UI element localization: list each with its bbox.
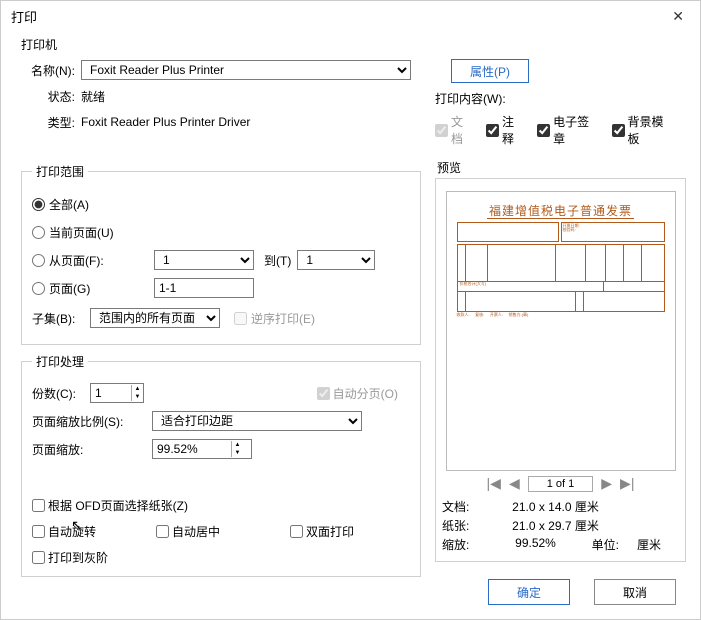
subset-label: 子集(B):: [32, 310, 90, 327]
range-from-radio[interactable]: 从页面(F):: [32, 252, 154, 269]
range-from-input[interactable]: 1: [154, 250, 254, 270]
range-pages-radio[interactable]: 页面(G): [32, 280, 154, 297]
invoice-title: 福建增值税电子普通发票: [457, 202, 665, 219]
subset-select[interactable]: 范围内的所有页面: [90, 308, 220, 328]
range-to-input[interactable]: 1: [297, 250, 375, 270]
duplex-check[interactable]: 双面打印: [290, 523, 354, 540]
footer-buttons: 确定 取消: [488, 579, 676, 605]
info-doc-label: 文档:: [442, 498, 492, 515]
page-indicator: 1 of 1: [528, 476, 594, 492]
copies-input[interactable]: [91, 384, 131, 402]
preview-box: 福建增值税电子普通发票 开票日期:校验码:: [435, 178, 686, 562]
printer-name-select[interactable]: Foxit Reader Plus Printer: [81, 60, 411, 80]
printer-status-value: 就绪: [81, 88, 105, 105]
printer-type-label: 类型:: [21, 114, 81, 131]
reverse-check: 逆序打印(E): [234, 310, 356, 327]
grayscale-check[interactable]: 打印到灰阶: [32, 549, 108, 566]
copies-spinner[interactable]: ▲▼: [90, 383, 144, 403]
close-icon[interactable]: ✕: [666, 8, 690, 25]
nav-first-icon[interactable]: |◀: [487, 475, 501, 492]
nav-last-icon[interactable]: ▶|: [620, 475, 634, 492]
scale-label: 页面缩放比例(S):: [32, 413, 152, 430]
range-current-radio[interactable]: 当前页面(U): [32, 224, 154, 241]
zoom-label: 页面缩放:: [32, 441, 152, 458]
ok-button[interactable]: 确定: [488, 579, 570, 605]
preview-nav: |◀ ◀ 1 of 1 ▶ ▶|: [442, 475, 679, 492]
nav-next-icon[interactable]: ▶: [601, 475, 612, 492]
content-annot-check[interactable]: 注释: [486, 113, 525, 147]
info-doc-value: 21.0 x 14.0 厘米: [492, 498, 619, 515]
printer-heading: 打印机: [21, 36, 686, 53]
spin-down-icon[interactable]: ▼: [231, 449, 243, 457]
titlebar: 打印 ✕: [1, 1, 700, 32]
print-handling-legend: 打印处理: [32, 353, 88, 370]
printer-name-label: 名称(N):: [21, 62, 81, 79]
auto-rotate-check[interactable]: 自动旋转: [32, 523, 144, 540]
print-content-label: 打印内容(W):: [435, 90, 506, 107]
range-to-label: 到(T): [264, 252, 291, 269]
content-doc-check: 文档: [435, 113, 474, 147]
zoom-spinner[interactable]: ▲▼: [152, 439, 252, 459]
info-zoom-label: 缩放:: [442, 536, 492, 553]
copies-label: 份数(C):: [32, 385, 90, 402]
content-bg-check[interactable]: 背景模板: [612, 113, 674, 147]
print-dialog: 打印 ✕ 打印机 名称(N): Foxit Reader Plus Printe…: [0, 0, 701, 620]
auto-center-check[interactable]: 自动居中: [156, 523, 278, 540]
printer-type-value: Foxit Reader Plus Printer Driver: [81, 115, 250, 129]
spin-up-icon[interactable]: ▲: [231, 441, 243, 449]
print-range-group: 打印范围 全部(A) 当前页面(U) 从页面(F): 1 到(T) 1 页面(G…: [21, 163, 421, 345]
dialog-title: 打印: [11, 7, 37, 26]
nav-prev-icon[interactable]: ◀: [509, 475, 520, 492]
spin-down-icon[interactable]: ▼: [131, 393, 143, 401]
info-paper-value: 21.0 x 29.7 厘米: [492, 517, 619, 534]
scale-select[interactable]: 适合打印边距: [152, 411, 362, 431]
zoom-input[interactable]: [153, 440, 231, 458]
print-handling-group: 打印处理 份数(C): ▲▼ 自动分页(O) 页面缩放比例(S): 适合打印边距: [21, 353, 421, 577]
collate-check: 自动分页(O): [317, 385, 398, 402]
properties-button[interactable]: 属性(P): [451, 59, 529, 83]
cancel-button[interactable]: 取消: [594, 579, 676, 605]
info-zoom-value: 99.52%: [492, 536, 579, 553]
info-paper-label: 纸张:: [442, 517, 492, 534]
paper-by-ofd-check[interactable]: 根据 OFD页面选择纸张(Z): [32, 497, 188, 514]
printer-status-label: 状态:: [21, 88, 81, 105]
info-unit-value: 厘米: [619, 536, 679, 553]
preview-label: 预览: [437, 159, 686, 176]
info-unit-label: 单位:: [579, 536, 619, 553]
range-pages-input[interactable]: [154, 278, 254, 298]
content-sig-check[interactable]: 电子签章: [537, 113, 599, 147]
spin-up-icon[interactable]: ▲: [131, 385, 143, 393]
preview-page: 福建增值税电子普通发票 开票日期:校验码:: [446, 191, 676, 471]
range-all-radio[interactable]: 全部(A): [32, 196, 154, 213]
print-range-legend: 打印范围: [32, 163, 88, 180]
